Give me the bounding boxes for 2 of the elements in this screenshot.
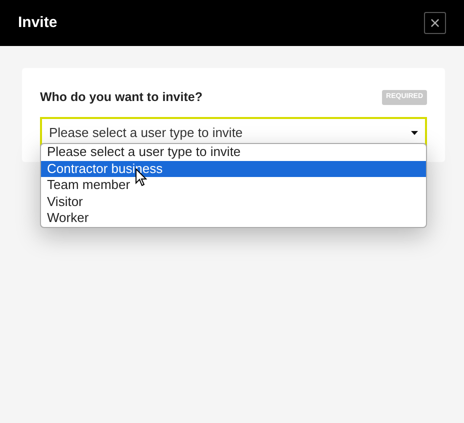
field-label: Who do you want to invite? <box>40 89 202 106</box>
dialog-title: Invite <box>18 12 58 33</box>
